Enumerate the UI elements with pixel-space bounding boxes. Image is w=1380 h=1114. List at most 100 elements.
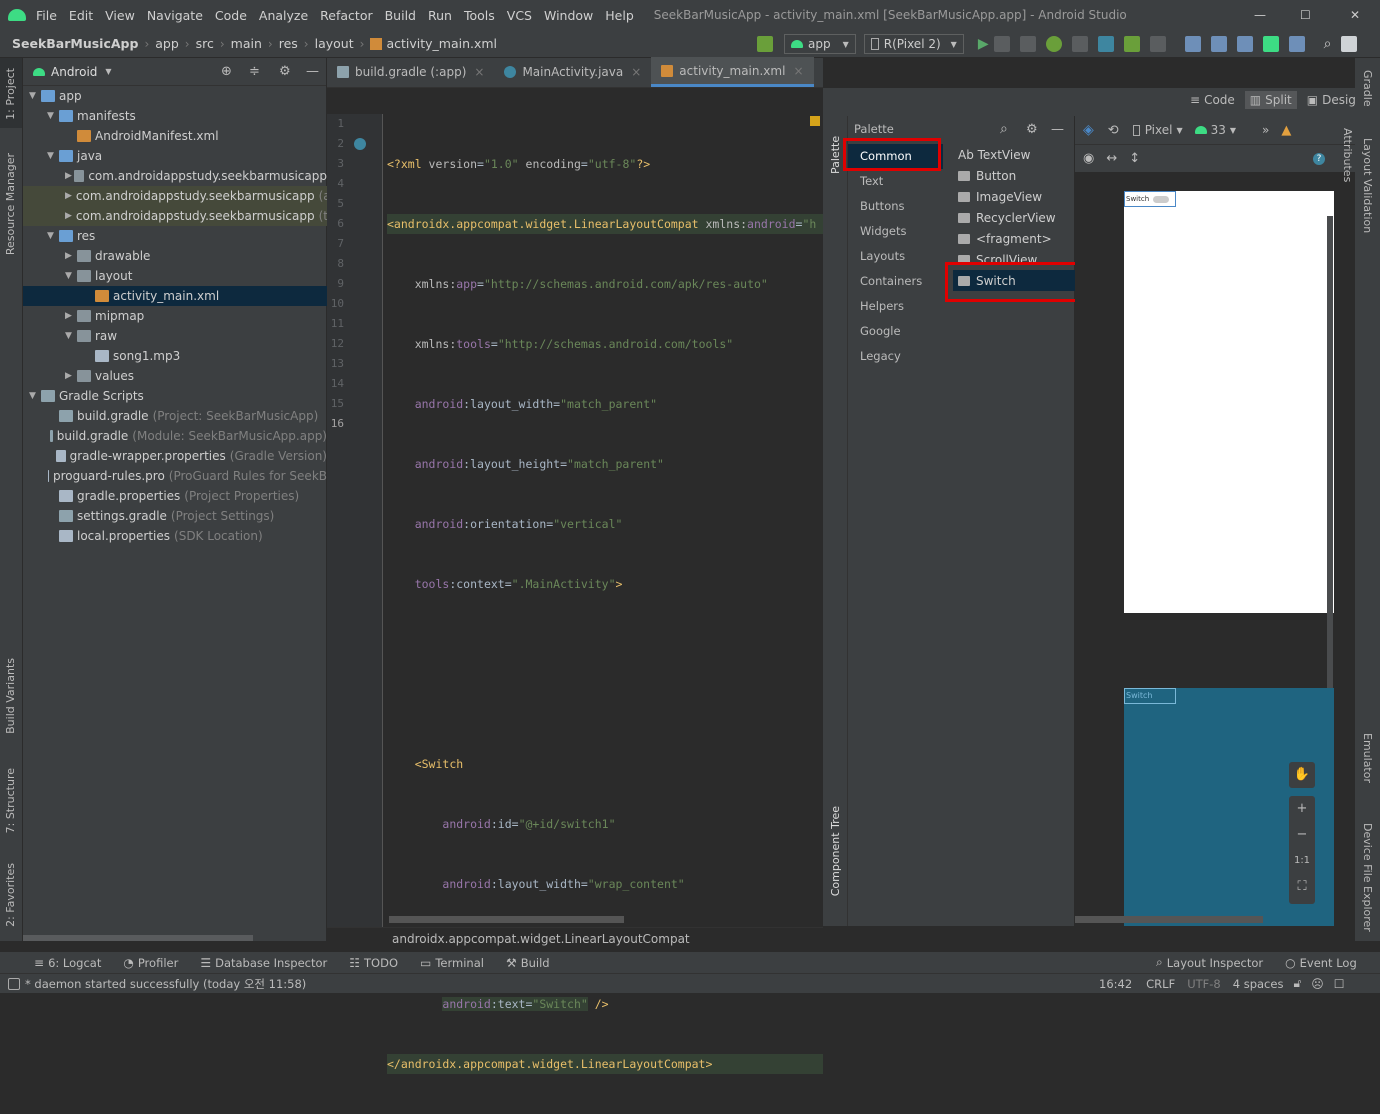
- expand-arrow-icon[interactable]: ▶: [65, 311, 77, 321]
- sync-gradle-icon[interactable]: [1236, 36, 1253, 52]
- expand-arrow-icon[interactable]: ▼: [47, 111, 59, 121]
- warning-marker[interactable]: [810, 116, 820, 126]
- status-message[interactable]: * daemon started successfully (today 오전 …: [25, 976, 306, 992]
- tree-item[interactable]: proguard-rules.pro (ProGuard Rules for Se…: [23, 466, 327, 486]
- orientation-icon[interactable]: ⟲: [1108, 123, 1119, 138]
- tree-item[interactable]: ▶com.androidappstudy.seekbarmusicapp(te: [23, 206, 327, 226]
- tree-item[interactable]: AndroidManifest.xml: [23, 126, 327, 146]
- tree-item[interactable]: song1.mp3: [23, 346, 327, 366]
- tree-item[interactable]: gradle-wrapper.properties (Gradle Version…: [23, 446, 327, 466]
- device-select[interactable]: R(Pixel 2) ▼: [863, 34, 964, 54]
- editor-horizontal-scrollbar[interactable]: [389, 916, 624, 923]
- expand-arrow-icon[interactable]: ▼: [47, 151, 59, 161]
- indent-setting[interactable]: 4 spaces: [1233, 977, 1284, 991]
- hammer-icon[interactable]: [757, 36, 773, 52]
- expand-arrow-icon[interactable]: ▶: [65, 251, 77, 261]
- caret-position[interactable]: 16:42: [1099, 977, 1132, 991]
- menu-window[interactable]: Window: [544, 8, 593, 23]
- lock-icon[interactable]: 🔓︎: [1293, 976, 1301, 991]
- expand-arrow-icon[interactable]: ▼: [29, 91, 41, 101]
- attributes-tool-tab[interactable]: Attributes: [1341, 128, 1354, 182]
- palette-category-containers[interactable]: Containers: [848, 269, 943, 294]
- preview-device-screen[interactable]: Switch: [1124, 191, 1334, 613]
- run-config-select[interactable]: app ▼: [784, 34, 856, 54]
- palette-category-helpers[interactable]: Helpers: [848, 294, 943, 319]
- tree-item[interactable]: ▼ res: [23, 226, 327, 246]
- breadcrumb-item[interactable]: main: [231, 36, 262, 51]
- palette-widget-item[interactable]: Ab TextView: [953, 144, 1075, 165]
- project-view-select[interactable]: Android: [51, 65, 97, 79]
- expand-arrow-icon[interactable]: ▼: [47, 231, 59, 241]
- palette-widget-item[interactable]: Button: [953, 165, 1075, 186]
- expand-arrow-icon[interactable]: ▼: [65, 331, 77, 341]
- breadcrumb-item[interactable]: res: [279, 36, 298, 51]
- avd-manager-icon[interactable]: [1262, 36, 1279, 52]
- build-tab[interactable]: Build: [521, 956, 550, 970]
- blueprint-switch[interactable]: Switch: [1124, 688, 1176, 704]
- vertical-resize-icon[interactable]: ↕: [1129, 151, 1140, 166]
- expand-arrow-icon[interactable]: ▶: [65, 211, 72, 221]
- menu-tools[interactable]: Tools: [464, 8, 495, 23]
- file-encoding[interactable]: UTF-8: [1187, 977, 1221, 991]
- tree-item[interactable]: ▼ manifests: [23, 106, 327, 126]
- expand-arrow-icon[interactable]: ▶: [65, 191, 72, 201]
- tree-item[interactable]: build.gradle (Module: SeekBarMusicApp.app…: [23, 426, 327, 446]
- device-manager-icon[interactable]: [1210, 36, 1227, 52]
- tree-item[interactable]: local.properties (SDK Location): [23, 526, 327, 546]
- tree-item[interactable]: ▼ Gradle Scripts: [23, 386, 327, 406]
- tree-item[interactable]: build.gradle (Project: SeekBarMusicApp): [23, 406, 327, 426]
- inspection-icon[interactable]: ☹: [1311, 977, 1324, 991]
- database-inspector-tab[interactable]: Database Inspector: [215, 956, 327, 970]
- close-tab-icon[interactable]: ×: [631, 65, 641, 79]
- zoom-actual-size-button[interactable]: 1:1: [1289, 848, 1315, 874]
- hide-icon[interactable]: —: [1051, 122, 1064, 137]
- tree-item[interactable]: ▼ layout: [23, 266, 327, 286]
- apply-code-icon[interactable]: [1019, 36, 1036, 52]
- breadcrumb-item[interactable]: layout: [315, 36, 354, 51]
- close-tab-icon[interactable]: ×: [474, 65, 484, 79]
- horizontal-scrollbar[interactable]: [23, 935, 253, 941]
- component-tree-tab[interactable]: Component Tree: [829, 806, 842, 896]
- structure-tool-tab[interactable]: 7: Structure: [4, 768, 17, 833]
- warning-icon[interactable]: ▲: [1281, 123, 1291, 138]
- zoom-to-fit-button[interactable]: ⛶: [1289, 874, 1315, 900]
- gear-icon[interactable]: ⚙: [279, 64, 291, 79]
- palette-category-text[interactable]: Text: [848, 169, 943, 194]
- palette-category-layouts[interactable]: Layouts: [848, 244, 943, 269]
- split-view-button[interactable]: ▥ Split: [1244, 91, 1297, 109]
- attach-debugger-icon[interactable]: [1123, 36, 1140, 52]
- terminal-tab[interactable]: Terminal: [435, 956, 484, 970]
- apply-changes-icon[interactable]: [993, 36, 1010, 52]
- api-level-select[interactable]: 33: [1211, 123, 1226, 137]
- zoom-out-button[interactable]: −: [1289, 822, 1315, 848]
- project-structure-icon[interactable]: [1184, 36, 1201, 52]
- expand-arrow-icon[interactable]: ▶: [65, 171, 74, 181]
- zoom-in-button[interactable]: +: [1289, 796, 1315, 822]
- tree-item[interactable]: ▶ values: [23, 366, 327, 386]
- tree-item[interactable]: activity_main.xml: [23, 286, 327, 306]
- palette-widget-item[interactable]: ImageView: [953, 186, 1075, 207]
- expand-arrow-icon[interactable]: ▼: [65, 271, 77, 281]
- palette-category-buttons[interactable]: Buttons: [848, 194, 943, 219]
- device-file-explorer-tool-tab[interactable]: Device File Explorer: [1361, 823, 1374, 932]
- code-view-button[interactable]: Code: [1204, 93, 1235, 107]
- editor-breadcrumb[interactable]: androidx.appcompat.widget.LinearLayoutCo…: [327, 927, 823, 951]
- menu-analyze[interactable]: Analyze: [259, 8, 308, 23]
- palette-widget-item[interactable]: <fragment>: [953, 228, 1075, 249]
- editor-tab[interactable]: build.gradle (:app) ×: [327, 57, 494, 87]
- line-separator[interactable]: CRLF: [1146, 977, 1175, 991]
- notifications-icon[interactable]: ☐: [1334, 977, 1345, 991]
- build-variants-tool-tab[interactable]: Build Variants: [4, 658, 17, 734]
- menu-vcs[interactable]: VCS: [507, 8, 532, 23]
- maximize-button[interactable]: ☐: [1300, 8, 1311, 22]
- tree-item[interactable]: ▶ com.androidappstudy.seekbarmusicapp: [23, 166, 327, 186]
- menu-build[interactable]: Build: [385, 8, 416, 23]
- palette-widget-item[interactable]: RecyclerView: [953, 207, 1075, 228]
- editor-tab[interactable]: MainActivity.java ×: [494, 57, 651, 87]
- horizontal-resize-icon[interactable]: ↔: [1106, 151, 1117, 166]
- eye-icon[interactable]: ◉: [1083, 151, 1094, 166]
- tree-item[interactable]: ▼ app: [23, 86, 327, 106]
- debug-icon[interactable]: [1045, 36, 1062, 52]
- menu-navigate[interactable]: Navigate: [147, 8, 203, 23]
- expand-arrow-icon[interactable]: ▶: [65, 371, 77, 381]
